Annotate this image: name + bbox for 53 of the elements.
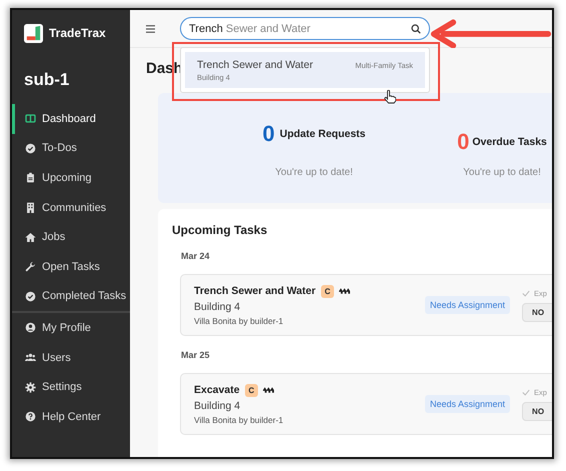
status-tag: Needs Assignment — [425, 395, 510, 413]
check-circle-icon — [25, 290, 36, 302]
account-name: sub-1 — [23, 69, 70, 91]
home-icon — [25, 232, 36, 243]
wrench-icon — [25, 261, 36, 272]
building-label: Building 4 — [194, 300, 242, 312]
user-circle-icon — [25, 322, 36, 334]
action-button[interactable]: NO — [522, 402, 552, 420]
nav-item[interactable]: My Profile — [12, 313, 130, 343]
task-title: Excavate — [194, 384, 240, 396]
nav-item[interactable]: Communities — [12, 192, 130, 222]
nav-item[interactable]: Completed Tasks — [12, 282, 130, 312]
community-label: Villa Bonita by builder-1 — [194, 316, 284, 326]
logo-icon — [24, 24, 43, 42]
date-label: Mar 25 — [181, 350, 211, 360]
dashboard-icon — [25, 113, 36, 124]
search-icon — [411, 24, 421, 34]
stat-label: Update Requests — [280, 128, 366, 140]
building-label: Building 4 — [194, 400, 242, 412]
settings-icon — [25, 382, 36, 393]
stat-count: 0 — [262, 121, 275, 147]
stat-note: You're up to date! — [275, 167, 353, 178]
task-title: Trench Sewer and Water — [194, 285, 316, 297]
stat-count: 0 — [457, 129, 470, 155]
result-title: Trench Sewer and Water — [197, 59, 313, 71]
check-circle-icon — [25, 142, 36, 154]
search-field[interactable]: Trench Sewer and Water — [180, 17, 430, 40]
category-tag: C — [244, 384, 258, 396]
date-label: Mar 24 — [181, 251, 211, 261]
nav-item[interactable]: Settings — [12, 372, 130, 402]
nav-item[interactable]: Jobs — [12, 222, 130, 252]
users-icon — [25, 352, 36, 364]
section-title: Upcoming Tasks — [172, 223, 268, 237]
stat-label: Overdue Tasks — [472, 136, 547, 148]
brand-name: TradeTrax — [49, 26, 106, 40]
help-icon — [25, 411, 36, 422]
nav-item[interactable]: To-Dos — [12, 134, 130, 164]
nav-item[interactable]: Users — [12, 342, 130, 372]
menu-icon[interactable] — [146, 24, 155, 32]
nav-item[interactable]: Help Center — [12, 402, 130, 432]
nav-item[interactable]: Upcoming — [12, 163, 130, 193]
nav-item[interactable]: Open Tasks — [12, 252, 130, 282]
stat-note: You're up to date! — [463, 167, 541, 178]
clipboard-icon — [25, 172, 36, 184]
action-button[interactable]: NO — [522, 302, 552, 322]
community-label: Villa Bonita by builder-1 — [194, 414, 284, 424]
building-icon — [25, 202, 36, 214]
status-tag: Needs Assignment — [425, 296, 510, 314]
check-icon — [522, 290, 530, 296]
units-icon — [339, 287, 350, 295]
units-icon — [263, 386, 274, 394]
check-icon — [522, 388, 530, 396]
category-tag: C — [320, 284, 334, 298]
